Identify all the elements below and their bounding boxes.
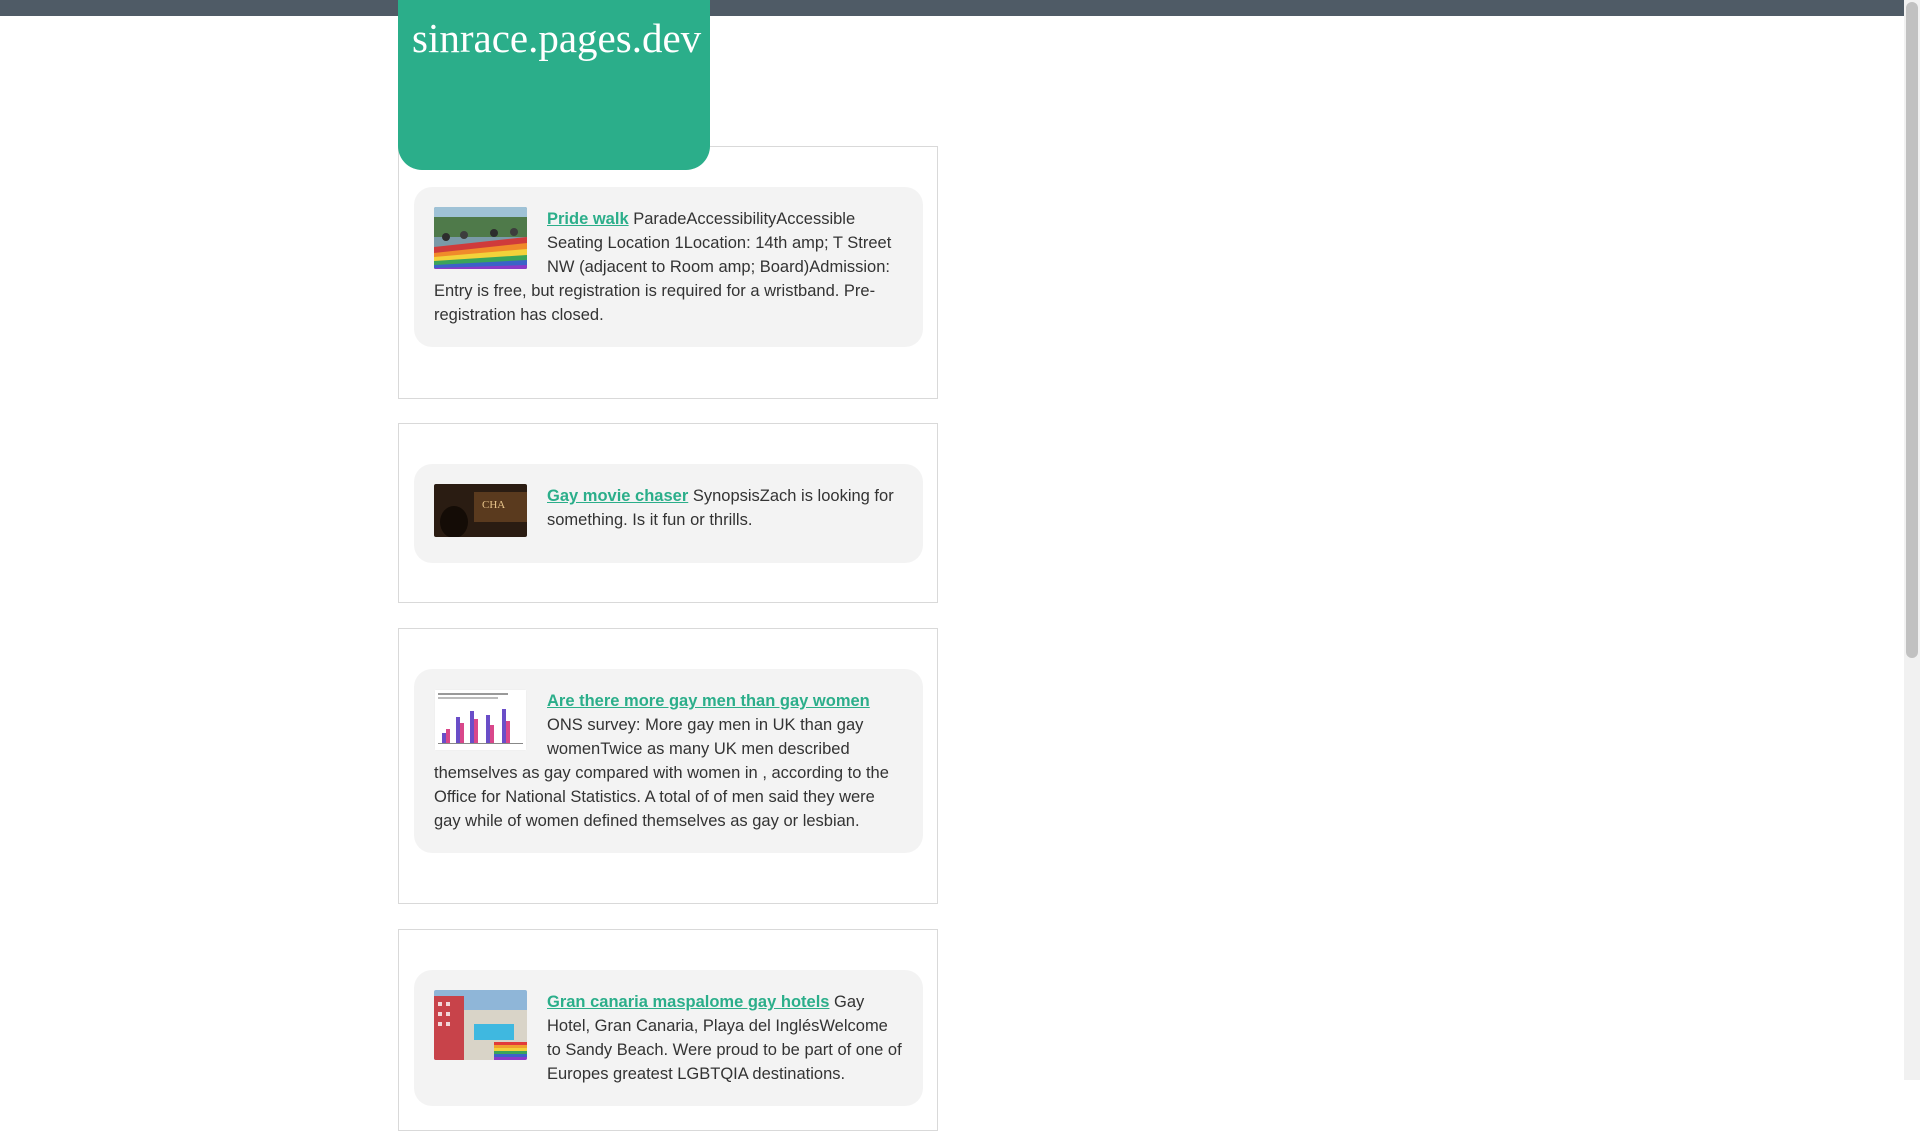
top-bar — [0, 0, 1904, 16]
movie-still-photo-thumbnail[interactable]: CHA — [434, 484, 527, 537]
hotel-pool-photo-thumbnail[interactable] — [434, 990, 527, 1060]
site-title[interactable]: sinrace.pages.dev — [412, 14, 701, 62]
post-title-link[interactable]: Gran canaria maspalome gay hotels — [547, 993, 829, 1011]
site-header: sinrace.pages.dev — [398, 0, 710, 170]
movie-still-text: CHA — [482, 499, 505, 511]
post-container: Are there more gay men than gay women ON… — [398, 628, 938, 904]
post-container: Pride walk ParadeAccessibilityAccessible… — [398, 146, 938, 399]
post-title-link[interactable]: Are there more gay men than gay women — [547, 692, 870, 710]
post-card: Are there more gay men than gay women ON… — [414, 669, 923, 853]
post-title-link[interactable]: Pride walk — [547, 210, 629, 228]
post-title-link[interactable]: Gay movie chaser — [547, 487, 688, 505]
post-card: Gran canaria maspalome gay hotels Gay Ho… — [414, 970, 923, 1106]
post-card: Pride walk ParadeAccessibilityAccessible… — [414, 187, 923, 347]
post-container: CHA Gay movie chaser SynopsisZach is loo… — [398, 423, 938, 603]
bar-chart-image-thumbnail[interactable] — [434, 689, 527, 751]
post-container: Gran canaria maspalome gay hotels Gay Ho… — [398, 929, 938, 1131]
post-card: CHA Gay movie chaser SynopsisZach is loo… — [414, 464, 923, 563]
vertical-scrollbar[interactable] — [1904, 0, 1920, 1080]
scrollbar-thumb[interactable] — [1906, 2, 1918, 658]
pride-parade-photo-thumbnail[interactable] — [434, 207, 527, 269]
